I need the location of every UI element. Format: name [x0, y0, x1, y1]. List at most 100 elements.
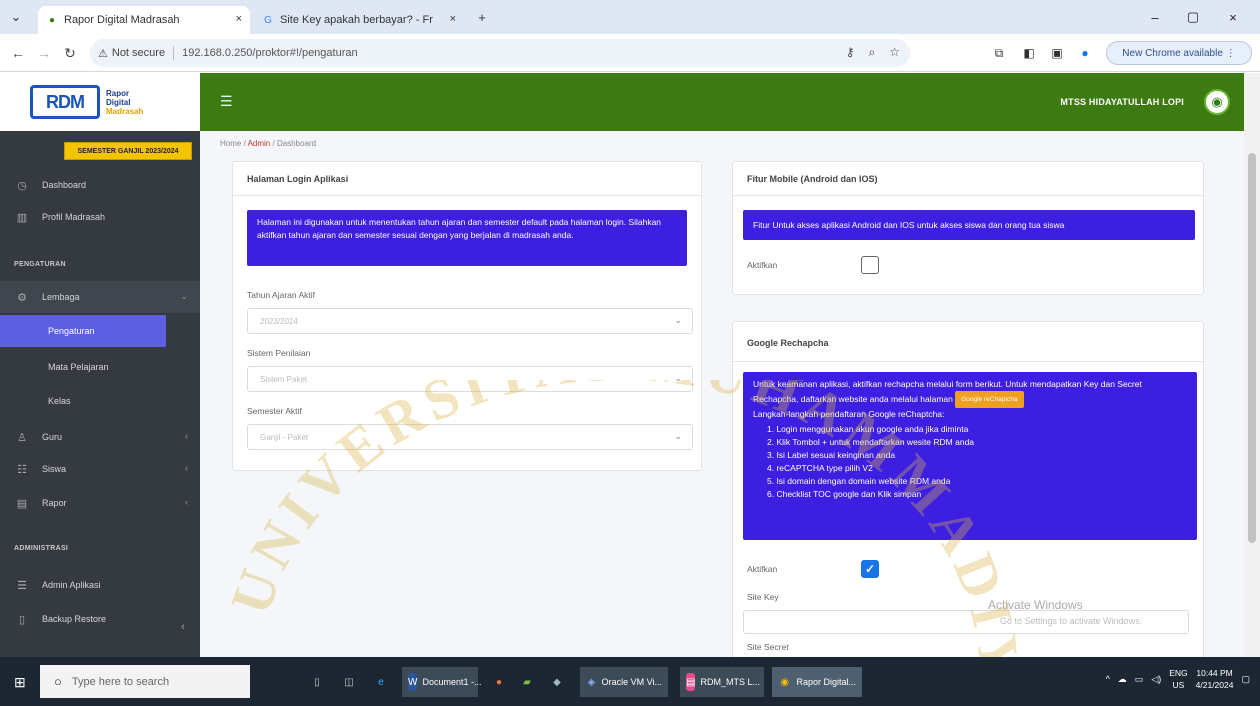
tab-rapor-digital[interactable]: ● Rapor Digital Madrasah ×: [38, 6, 250, 34]
select-value: Ganjil - Paket: [260, 432, 309, 442]
chevron-up-icon[interactable]: ^: [1106, 674, 1110, 684]
sidebar-item-mata-pelajaran[interactable]: Mata Pelajaran: [0, 351, 200, 383]
app-icon[interactable]: ◆: [548, 667, 571, 697]
taskbar-app-rdm[interactable]: ▤ RDM_MTS L...: [680, 667, 764, 697]
semester-select[interactable]: Ganjil - Paket ⌄: [247, 424, 693, 450]
zoom-icon[interactable]: ⌕: [869, 45, 876, 60]
app-header: RDM Rapor Digital Madrasah ☰ MTSS HIDAYA…: [0, 73, 1244, 131]
sidebar: SEMESTER GANJIL 2023/2024 ◷ Dashboard ▥ …: [0, 131, 200, 657]
language-indicator[interactable]: ENG US: [1169, 667, 1187, 691]
taskbar-search[interactable]: ○ Type here to search: [40, 665, 250, 698]
sidebar-collapse-icon[interactable]: ‹: [166, 617, 200, 637]
logo-line: Madrasah: [106, 106, 144, 116]
logo-text: Rapor Digital Madrasah: [106, 89, 143, 116]
breadcrumb-home[interactable]: Home: [220, 139, 241, 148]
select-value: 2023/2024: [260, 316, 298, 326]
security-indicator[interactable]: ⚠ Not secure: [90, 47, 173, 60]
scrollbar-thumb[interactable]: [1248, 153, 1256, 543]
bookmark-star-icon[interactable]: ☆: [889, 45, 900, 60]
user-avatar[interactable]: ◉: [1204, 89, 1230, 115]
breadcrumb-admin[interactable]: Admin: [248, 139, 271, 148]
tab-close-icon[interactable]: ×: [236, 13, 242, 25]
battery-icon[interactable]: ▭: [1135, 674, 1144, 685]
date-label: 4/21/2024: [1195, 680, 1234, 690]
card-title: Halaman Login Aplikasi: [233, 162, 701, 196]
volume-icon[interactable]: ◁): [1151, 674, 1161, 685]
tab-site-key[interactable]: G Site Key apakah berbayar? - Fr ×: [254, 6, 464, 34]
mobile-feature-card: Fitur Mobile (Android dan IOS) Fitur Unt…: [732, 161, 1204, 295]
notification-icon[interactable]: ▢: [1241, 674, 1250, 685]
sidebar-item-profil[interactable]: ▥ Profil Madrasah: [0, 201, 200, 233]
google-recaptcha-button[interactable]: Google reChaptcha: [955, 391, 1024, 408]
omnibox-actions: ⚷ ⌕ ☆: [846, 45, 900, 60]
extensions-icon[interactable]: ⧉: [990, 44, 1008, 62]
login-settings-card: Halaman Login Aplikasi Halaman ini digun…: [232, 161, 702, 471]
new-chrome-label: New Chrome available: [1122, 47, 1223, 59]
menu-toggle-icon[interactable]: ☰: [220, 93, 233, 110]
tahun-ajaran-select[interactable]: 2023/2024 ⌄: [247, 308, 693, 334]
virtualbox-icon: ◈: [587, 676, 596, 688]
tahun-ajaran-label: Tahun Ajaran Aktif: [247, 290, 316, 300]
taskbar-app-word[interactable]: W Document1 -...: [402, 667, 481, 697]
photos-icon[interactable]: ▰: [518, 667, 541, 697]
url-text: 192.168.0.250/proktor#!/pengaturan: [182, 47, 358, 59]
sidebar-item-kelas[interactable]: Kelas: [0, 385, 200, 417]
new-tab-button[interactable]: +: [472, 7, 492, 27]
new-chrome-button[interactable]: New Chrome available ⋮: [1106, 41, 1252, 65]
users-icon: ☷: [17, 463, 27, 476]
network-icon[interactable]: ☁: [1118, 674, 1127, 685]
close-window-button[interactable]: ×: [1218, 5, 1248, 29]
sidebar-item-label: Pengaturan: [48, 326, 95, 336]
dashboard-icon: ◷: [17, 179, 27, 192]
omnibox[interactable]: ⚠ Not secure 192.168.0.250/proktor#!/peng…: [90, 39, 910, 67]
settings-icon: ⚙: [17, 291, 27, 304]
taskbar-app-chrome[interactable]: ◉ Rapor Digital...: [772, 667, 862, 697]
security-label: Not secure: [111, 47, 166, 59]
search-placeholder: Type here to search: [71, 675, 170, 688]
profile-icon[interactable]: ●: [1076, 44, 1094, 62]
reload-icon[interactable]: ↻: [60, 43, 80, 63]
reading-list-icon[interactable]: ◧: [1020, 44, 1038, 62]
forward-icon[interactable]: →: [34, 43, 54, 63]
taskbar-app-virtualbox[interactable]: ◈ Oracle VM Vi...: [580, 667, 668, 697]
omnibox-divider: [173, 46, 175, 60]
sidebar-item-admin-aplikasi[interactable]: ☰ Admin Aplikasi: [0, 569, 200, 601]
sidepanel-icon[interactable]: ▣: [1048, 44, 1066, 62]
chevron-left-icon: ‹: [185, 497, 188, 507]
select-value: Sistem Paket: [260, 374, 308, 384]
lang-label: ENG: [1169, 668, 1188, 678]
mobile-aktifkan-checkbox[interactable]: [861, 256, 879, 274]
password-key-icon[interactable]: ⚷: [846, 45, 855, 60]
section-heading: PENGATURAN: [14, 261, 66, 268]
sidebar-item-guru[interactable]: ♙ Guru ‹: [0, 421, 200, 453]
logo-line: Digital: [106, 97, 131, 107]
page-scrollbar[interactable]: [1244, 73, 1260, 657]
sidebar-item-rapor[interactable]: ▤ Rapor ‹: [0, 487, 200, 519]
chrome-icon: ◉: [780, 676, 790, 688]
sidebar-item-siswa[interactable]: ☷ Siswa ‹: [0, 453, 200, 485]
sidebar-item-pengaturan[interactable]: Pengaturan: [0, 315, 166, 347]
recaptcha-aktifkan-checkbox[interactable]: ✓: [861, 560, 879, 578]
tab-search-icon[interactable]: ⌄: [6, 7, 26, 27]
widgets-icon[interactable]: ◫: [340, 667, 363, 697]
windows-start-icon[interactable]: ⊞: [14, 674, 26, 691]
app-logo[interactable]: RDM Rapor Digital Madrasah: [0, 73, 200, 131]
school-name[interactable]: MTSS HIDAYATULLAH LOPI: [1060, 97, 1184, 107]
sidebar-item-dashboard[interactable]: ◷ Dashboard: [0, 169, 200, 201]
edge-icon[interactable]: e: [372, 667, 395, 697]
back-icon[interactable]: ←: [8, 43, 28, 63]
sistem-penilaian-select[interactable]: Sistem Paket ⌄: [247, 366, 693, 392]
info-alert: Halaman ini digunakan untuk menentukan t…: [247, 210, 687, 266]
building-icon: ▥: [16, 211, 28, 224]
sidebar-item-lembaga[interactable]: ⚙ Lembaga ⌄: [0, 281, 200, 313]
firefox-icon[interactable]: ●: [490, 667, 513, 697]
clock[interactable]: 10:44 PM 4/21/2024: [1196, 667, 1234, 691]
user-icon: ♙: [17, 431, 27, 444]
maximize-button[interactable]: ▢: [1178, 5, 1208, 29]
chevron-down-icon: ⌄: [674, 373, 682, 383]
section-heading: ADMINISTRASI: [14, 545, 69, 552]
minimize-button[interactable]: –: [1140, 5, 1170, 29]
tab-close-icon[interactable]: ×: [450, 13, 456, 25]
taskview-icon[interactable]: ▯: [308, 667, 331, 697]
sidebar-item-label: Backup Restore: [42, 614, 107, 624]
